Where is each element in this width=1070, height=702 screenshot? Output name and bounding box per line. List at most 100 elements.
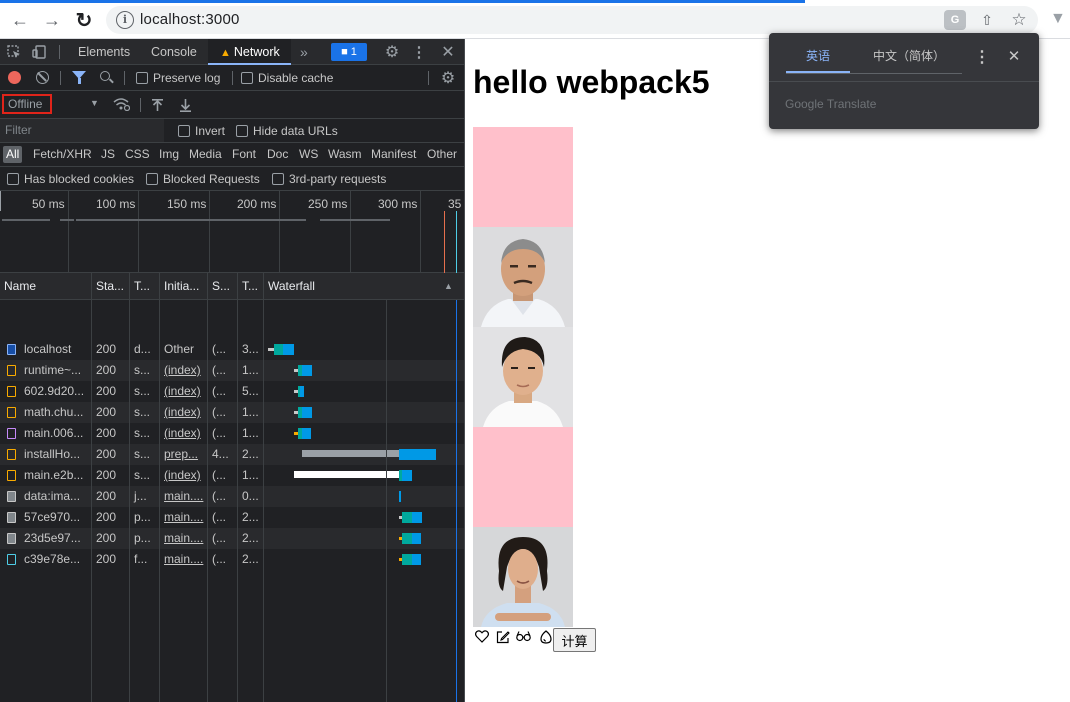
- type-all[interactable]: All: [3, 146, 23, 163]
- close-devtools-icon[interactable]: ✕: [440, 43, 456, 61]
- checkbox-box[interactable]: [178, 125, 190, 137]
- tab-english[interactable]: 英语: [786, 43, 850, 73]
- disable-cache-checkbox[interactable]: Disable cache: [241, 71, 333, 85]
- type-font[interactable]: Font: [232, 147, 256, 161]
- invert-checkbox[interactable]: Invert: [178, 124, 225, 138]
- column-initiator[interactable]: Initia...: [160, 273, 208, 300]
- cell-initiator[interactable]: main....: [160, 507, 208, 528]
- table-row[interactable]: main.e2b... 200 s... (index) (... 1...: [0, 465, 464, 486]
- type-manifest[interactable]: Manifest: [371, 147, 416, 161]
- tab-chinese-simplified[interactable]: 中文（简体）: [857, 43, 961, 73]
- cell-name[interactable]: data:ima...: [20, 486, 92, 507]
- column-size[interactable]: S...: [208, 273, 238, 300]
- address-bar[interactable]: i localhost:3000 G ⇧ ☆: [106, 6, 1038, 34]
- type-js[interactable]: JS: [101, 147, 115, 161]
- throttle-select[interactable]: Offline: [2, 94, 52, 114]
- checkbox-box[interactable]: [241, 72, 253, 84]
- calculate-button[interactable]: 计算: [553, 628, 596, 652]
- type-img[interactable]: Img: [159, 147, 179, 161]
- translate-icon[interactable]: G: [944, 10, 966, 30]
- type-wasm[interactable]: Wasm: [328, 147, 362, 161]
- preserve-log-checkbox[interactable]: Preserve log: [136, 71, 220, 85]
- table-row[interactable]: 602.9d20... 200 s... (index) (... 5...: [0, 381, 464, 402]
- cell-name[interactable]: math.chu...: [20, 402, 92, 423]
- search-icon[interactable]: [100, 71, 110, 81]
- cell-name[interactable]: 602.9d20...: [20, 381, 92, 402]
- cell-initiator[interactable]: main....: [160, 486, 208, 507]
- network-overview-timeline[interactable]: 50 ms 100 ms 150 ms 200 ms 250 ms 300 ms…: [0, 191, 464, 273]
- type-fetch-xhr[interactable]: Fetch/XHR: [33, 147, 92, 161]
- share-icon[interactable]: ⇧: [976, 10, 998, 30]
- cell-name[interactable]: main.006...: [20, 423, 92, 444]
- filter-funnel-icon[interactable]: [72, 71, 86, 84]
- star-icon[interactable]: ☆: [1008, 10, 1030, 30]
- checkbox-box[interactable]: [272, 173, 284, 185]
- table-row[interactable]: c39e78e... 200 f... main.... (... 2...: [0, 549, 464, 570]
- table-row[interactable]: localhost 200 d... Other (... 3...: [0, 339, 464, 360]
- url-text[interactable]: localhost:3000: [140, 11, 240, 28]
- tab-elements[interactable]: Elements: [78, 39, 130, 65]
- third-party-requests-checkbox[interactable]: 3rd-party requests: [272, 172, 386, 186]
- cell-initiator[interactable]: main....: [160, 528, 208, 549]
- cell-name[interactable]: 57ce970...: [20, 507, 92, 528]
- cell-initiator[interactable]: Other: [160, 339, 208, 360]
- issues-badge[interactable]: ■ 1: [331, 43, 367, 61]
- cell-name[interactable]: 23d5e97...: [20, 528, 92, 549]
- table-row[interactable]: math.chu... 200 s... (index) (... 1...: [0, 402, 464, 423]
- settings-gear-icon[interactable]: ⚙: [383, 43, 401, 61]
- cell-name[interactable]: localhost: [20, 339, 92, 360]
- cell-initiator[interactable]: (index): [160, 465, 208, 486]
- tab-network[interactable]: ▲ Network: [208, 39, 291, 65]
- type-css[interactable]: CSS: [125, 147, 150, 161]
- network-settings-gear-icon[interactable]: ⚙: [439, 69, 457, 87]
- extension-icon[interactable]: ▼: [1050, 10, 1066, 28]
- cell-initiator[interactable]: (index): [160, 360, 208, 381]
- back-arrow-icon[interactable]: ←: [8, 8, 32, 32]
- column-time[interactable]: T...: [238, 273, 264, 300]
- export-har-icon[interactable]: [178, 97, 192, 113]
- table-row[interactable]: installHo... 200 s... prep... 4... 2...: [0, 444, 464, 465]
- inspect-element-icon[interactable]: [6, 44, 22, 60]
- table-row[interactable]: runtime~... 200 s... (index) (... 1...: [0, 360, 464, 381]
- clear-icon[interactable]: [36, 71, 49, 84]
- info-icon[interactable]: i: [116, 11, 134, 29]
- tab-console[interactable]: Console: [151, 39, 197, 65]
- more-options-icon[interactable]: ⋮: [974, 47, 990, 67]
- checkbox-box[interactable]: [146, 173, 158, 185]
- record-icon[interactable]: [8, 71, 21, 84]
- import-har-icon[interactable]: [150, 97, 164, 113]
- type-media[interactable]: Media: [189, 147, 222, 161]
- cell-name[interactable]: runtime~...: [20, 360, 92, 381]
- more-tabs-icon[interactable]: »: [300, 39, 308, 65]
- table-row[interactable]: main.006... 200 s... (index) (... 1...: [0, 423, 464, 444]
- forward-arrow-icon[interactable]: →: [40, 8, 64, 32]
- type-other[interactable]: Other: [427, 147, 457, 161]
- filter-input[interactable]: [0, 119, 164, 142]
- table-row[interactable]: 23d5e97... 200 p... main.... (... 2...: [0, 528, 464, 549]
- type-ws[interactable]: WS: [299, 147, 318, 161]
- more-options-icon[interactable]: ⋮: [412, 43, 427, 61]
- column-name[interactable]: Name: [0, 273, 92, 300]
- cell-name[interactable]: c39e78e...: [20, 549, 92, 570]
- cell-initiator[interactable]: main....: [160, 549, 208, 570]
- device-toolbar-icon[interactable]: [31, 44, 47, 60]
- checkbox-box[interactable]: [236, 125, 248, 137]
- type-doc[interactable]: Doc: [267, 147, 288, 161]
- column-waterfall[interactable]: Waterfall: [264, 273, 464, 300]
- table-row[interactable]: data:ima... 200 j... main.... (... 0...: [0, 486, 464, 507]
- checkbox-box[interactable]: [136, 72, 148, 84]
- has-blocked-cookies-checkbox[interactable]: Has blocked cookies: [7, 172, 134, 186]
- cell-initiator[interactable]: (index): [160, 381, 208, 402]
- hide-data-urls-checkbox[interactable]: Hide data URLs: [236, 124, 338, 138]
- reload-icon[interactable]: ↻: [72, 8, 96, 32]
- column-type[interactable]: T...: [130, 273, 160, 300]
- cell-initiator[interactable]: (index): [160, 423, 208, 444]
- close-icon[interactable]: ✕: [1005, 47, 1023, 67]
- cell-initiator[interactable]: (index): [160, 402, 208, 423]
- cell-name[interactable]: main.e2b...: [20, 465, 92, 486]
- checkbox-box[interactable]: [7, 173, 19, 185]
- network-conditions-icon[interactable]: [112, 96, 130, 112]
- chevron-down-icon[interactable]: ▼: [90, 98, 99, 108]
- table-row[interactable]: 57ce970... 200 p... main.... (... 2...: [0, 507, 464, 528]
- blocked-requests-checkbox[interactable]: Blocked Requests: [146, 172, 260, 186]
